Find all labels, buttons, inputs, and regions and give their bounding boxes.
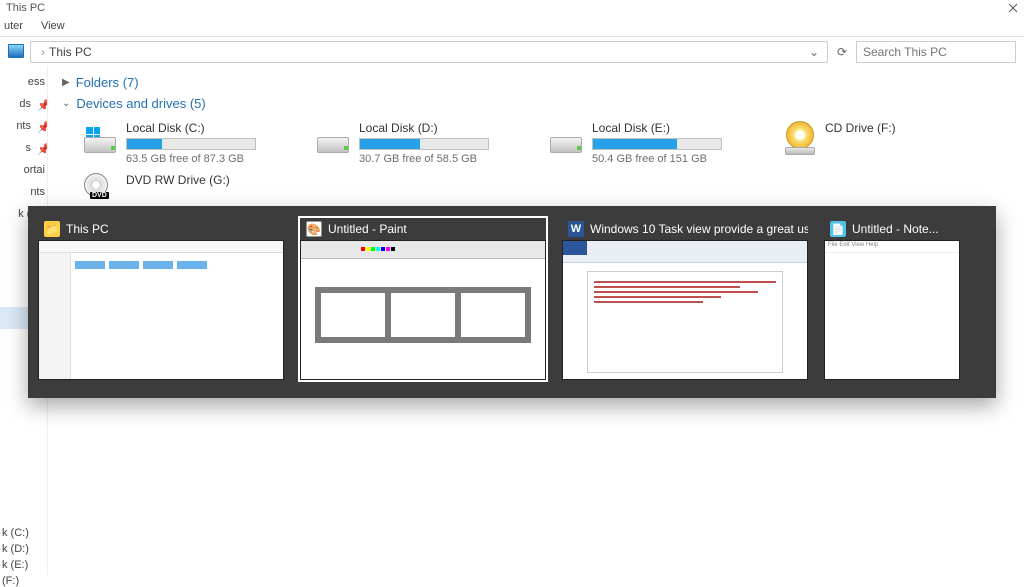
sidebar-item[interactable]: nts [0,120,33,132]
address-location: This PC [49,45,92,59]
sidebar-item[interactable]: k (E:) [2,559,29,571]
sidebar-item[interactable]: k (D:) [2,543,29,555]
task-thumb-thispc[interactable]: 📁This PC [36,216,286,382]
task-thumb-paint[interactable]: 🎨Untitled - Paint [298,216,548,382]
free-space: 30.7 GB free of 58.5 GB [359,153,528,165]
sidebar-item[interactable]: ortai [0,164,47,176]
dvd-icon: DVD [84,173,118,201]
pin-icon: 📌 [37,99,47,109]
hdd-icon [550,127,584,153]
usage-bar [359,138,489,150]
close-icon[interactable] [1008,3,1018,13]
refresh-icon[interactable]: ⟳ [834,45,850,59]
drive-label: Local Disk (E:) [592,121,761,135]
explorer-icon: 📁 [44,221,60,237]
hdd-icon [317,127,351,153]
chevron-down-icon[interactable]: ⌄ [807,45,821,59]
drive-label: CD Drive (F:) [825,121,994,135]
sidebar-disk-labels: k (C:) k (D:) k (E:) (F:) [2,527,29,587]
pin-icon: 📌 [37,143,47,153]
ribbon-tabs: uter View [0,16,1024,37]
free-space: 63.5 GB free of 87.3 GB [126,153,295,165]
task-view: 📁This PC 🎨Untitled - Paint WWindows 10 T… [28,206,996,398]
address-bar[interactable]: › This PC ⌄ [30,41,828,63]
drive-label: Local Disk (C:) [126,121,295,135]
drive-g[interactable]: DVD DVD RW Drive (G:) [82,169,297,205]
usage-bar [126,138,256,150]
task-thumb-word[interactable]: WWindows 10 Task view provide a great us… [560,216,810,382]
drive-label: Local Disk (D:) [359,121,528,135]
thumbnail-preview: File Edit View Help [824,240,960,380]
section-devices[interactable]: ⌄ Devices and drives (5) [62,96,1024,111]
drive-label: DVD RW Drive (G:) [126,173,295,187]
chevron-right-icon: › [37,45,49,59]
usage-bar [592,138,722,150]
sidebar-item[interactable]: ds [0,98,33,110]
free-space: 50.4 GB free of 151 GB [592,153,761,165]
sidebar-item[interactable]: k (C:) [2,527,29,539]
section-folders[interactable]: ▶ Folders (7) [62,75,1024,90]
pin-icon: 📌 [37,121,47,131]
sidebar-item[interactable]: nts [0,186,47,198]
thumbnail-preview [300,240,546,380]
cd-icon [783,121,817,155]
tab-view[interactable]: View [41,20,65,32]
word-icon: W [568,221,584,237]
chevron-right-icon: ▶ [62,77,70,88]
task-thumb-notepad[interactable]: 📄Untitled - Note... File Edit View Help [822,216,962,382]
paint-icon: 🎨 [306,221,322,237]
drive-f[interactable]: CD Drive (F:) [781,117,996,169]
drive-c[interactable]: Local Disk (C:) 63.5 GB free of 87.3 GB [82,117,297,169]
notepad-icon: 📄 [830,221,846,237]
thumbnail-preview [38,240,284,380]
sidebar-item[interactable]: (F:) [2,575,29,587]
hdd-icon [84,127,118,153]
tab-computer[interactable]: uter [4,20,23,32]
window-title: This PC [6,2,45,14]
search-input[interactable] [856,41,1016,63]
thumbnail-preview [562,240,808,380]
sidebar-item[interactable]: ess [0,76,47,88]
drive-d[interactable]: Local Disk (D:) 30.7 GB free of 58.5 GB [315,117,530,169]
drive-e[interactable]: Local Disk (E:) 50.4 GB free of 151 GB [548,117,763,169]
chevron-down-icon: ⌄ [62,98,70,109]
pc-icon [8,44,24,61]
sidebar-item[interactable]: s [0,142,33,154]
